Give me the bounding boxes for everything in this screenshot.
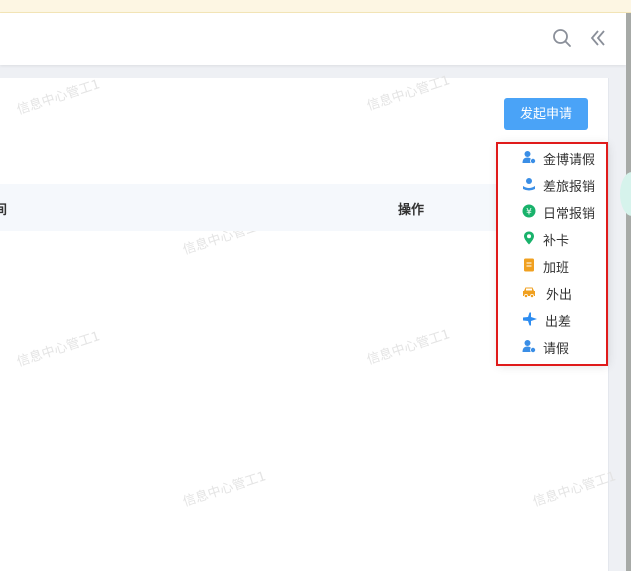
- column-header-actions: 操作: [398, 203, 425, 218]
- user-travel-icon: [522, 177, 536, 191]
- request-type-dropdown: 金博请假 差旅报销 ¥ 日常报销 补卡 加班 外出 出差 请假: [498, 142, 608, 364]
- menu-item-leave[interactable]: 请假: [498, 333, 608, 360]
- menu-item-label: 差旅报销: [543, 180, 596, 195]
- menu-item-go-out[interactable]: 外出: [498, 279, 608, 306]
- user-leave-icon: [522, 150, 536, 164]
- menu-item-business-trip[interactable]: 出差: [498, 306, 608, 333]
- user-leave-icon: [522, 339, 536, 353]
- menu-item-travel-expense[interactable]: 差旅报销: [498, 171, 608, 198]
- scrollbar-track[interactable]: [626, 13, 631, 571]
- start-request-button[interactable]: 发起申请: [504, 98, 588, 130]
- menu-item-label: 金博请假: [543, 153, 596, 168]
- location-pin-icon: [522, 231, 536, 245]
- menu-item-clock-fix[interactable]: 补卡: [498, 225, 608, 252]
- menu-item-label: 外出: [546, 288, 573, 303]
- search-icon[interactable]: [551, 27, 573, 49]
- document-icon: [522, 258, 536, 272]
- notice-bar: [0, 0, 631, 13]
- floating-handle[interactable]: [620, 172, 631, 216]
- menu-item-overtime[interactable]: 加班: [498, 252, 608, 279]
- column-header-time: 间: [0, 203, 8, 218]
- menu-item-daily-expense[interactable]: ¥ 日常报销: [498, 198, 608, 225]
- menu-item-label: 请假: [543, 342, 570, 357]
- menu-item-label: 日常报销: [543, 207, 596, 222]
- top-header: [0, 13, 626, 65]
- menu-item-label: 补卡: [543, 234, 570, 249]
- menu-item-label: 加班: [543, 261, 570, 276]
- yen-circle-icon: ¥: [522, 204, 536, 218]
- double-chevron-left-icon[interactable]: [587, 27, 609, 49]
- menu-item-label: 出差: [545, 315, 572, 330]
- airplane-icon: [522, 311, 538, 327]
- car-icon: [522, 285, 536, 299]
- menu-item-jinbo-leave[interactable]: 金博请假: [498, 144, 608, 171]
- svg-text:¥: ¥: [526, 208, 532, 218]
